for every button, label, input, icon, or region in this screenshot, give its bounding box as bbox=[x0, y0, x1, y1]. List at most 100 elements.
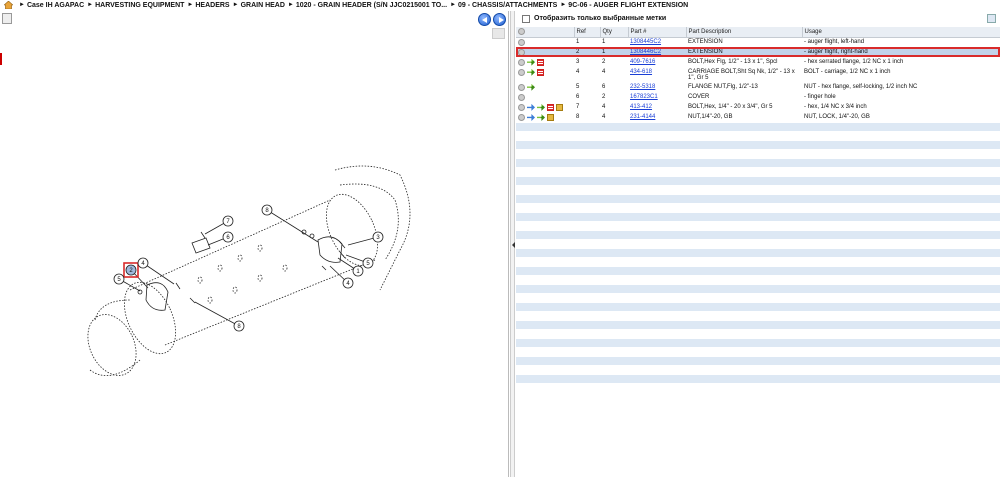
add-to-cart-icon[interactable] bbox=[527, 58, 535, 66]
breadcrumb-item[interactable]: GRAIN HEAD bbox=[241, 2, 285, 9]
callout-8[interactable]: 8 bbox=[233, 320, 245, 332]
add-to-cart-icon[interactable] bbox=[527, 68, 535, 76]
header-qty[interactable]: Qty bbox=[600, 27, 629, 38]
table-row[interactable]: 7 4 413-412 BOLT,Hex, 1/4" - 20 x 3/4", Gr … bbox=[516, 102, 1000, 113]
breadcrumb-item[interactable]: Case IH AGAPAC bbox=[27, 2, 84, 9]
empty-cell bbox=[628, 266, 686, 277]
empty-row bbox=[516, 347, 1000, 358]
row-select-icon[interactable] bbox=[518, 103, 525, 111]
diagram-pane: 7 6 8 3 5 1 4 2 4 5 8 bbox=[0, 11, 509, 477]
breadcrumb-item[interactable]: HARVESTING EQUIPMENT bbox=[95, 2, 184, 9]
empty-cell bbox=[628, 275, 686, 286]
header-part-number[interactable]: Part # bbox=[628, 27, 687, 38]
header-ref[interactable]: Ref bbox=[574, 27, 601, 38]
part-number-link[interactable]: 409-7616 bbox=[630, 59, 655, 65]
add-to-cart-icon[interactable] bbox=[537, 103, 545, 111]
empty-cell bbox=[600, 149, 628, 160]
empty-cell bbox=[516, 293, 574, 304]
empty-row bbox=[516, 365, 1000, 376]
select-all-icon[interactable] bbox=[518, 28, 525, 36]
table-row[interactable]: 5 6 232-5318 FLANGE NUT,Flg, 1/2"-13 NUT - h… bbox=[516, 82, 1000, 93]
row-select-icon[interactable] bbox=[518, 68, 525, 76]
add-to-cart-icon[interactable] bbox=[537, 113, 545, 121]
breadcrumb-item[interactable]: 1020 - GRAIN HEADER (S/N JJC0215001 TO..… bbox=[296, 2, 447, 9]
empty-cell bbox=[686, 122, 802, 133]
replace-icon[interactable] bbox=[527, 103, 535, 111]
empty-cell bbox=[516, 230, 574, 241]
export-icon[interactable] bbox=[987, 14, 996, 23]
empty-cell bbox=[686, 203, 802, 214]
empty-cell bbox=[574, 167, 600, 178]
row-select-icon[interactable] bbox=[518, 113, 525, 121]
cell-part-number: 1308446C2 bbox=[628, 47, 686, 58]
empty-cell bbox=[802, 140, 1000, 151]
empty-cell bbox=[600, 194, 628, 205]
empty-cell bbox=[600, 158, 628, 169]
part-number-link[interactable]: 1308446C2 bbox=[630, 49, 661, 55]
package-icon[interactable] bbox=[547, 113, 554, 121]
header-usage[interactable]: Usage bbox=[802, 27, 1000, 38]
callout-4[interactable]: 4 bbox=[137, 257, 149, 269]
callout-5[interactable]: 5 bbox=[113, 273, 125, 285]
empty-cell bbox=[802, 374, 1000, 385]
empty-cell bbox=[516, 302, 574, 313]
cell-usage: - hex serrated flange, 1/2 NC x 1 inch bbox=[802, 57, 1000, 68]
part-number-link[interactable]: 434-618 bbox=[630, 69, 652, 75]
empty-cell bbox=[628, 203, 686, 214]
cell-description: NUT,1/4"-20, GB bbox=[686, 112, 802, 124]
add-to-cart-icon[interactable] bbox=[527, 83, 535, 91]
cell-qty: 4 bbox=[600, 112, 628, 124]
callout-8[interactable]: 8 bbox=[261, 204, 273, 216]
empty-row bbox=[516, 257, 1000, 268]
row-select-icon[interactable] bbox=[518, 58, 525, 66]
cell-qty: 1 bbox=[600, 47, 628, 58]
table-row[interactable]: 2 1 1308446C2 EXTENSION - auger flight, righ… bbox=[516, 47, 1000, 58]
part-number-link[interactable]: 413-412 bbox=[630, 104, 652, 110]
table-row[interactable]: 1 1 1308445C2 EXTENSION - auger flight, left… bbox=[516, 37, 1000, 48]
row-select-icon[interactable] bbox=[518, 83, 525, 91]
row-select-icon[interactable] bbox=[518, 38, 525, 46]
show-selected-only-checkbox[interactable] bbox=[522, 14, 530, 23]
row-select-icon[interactable] bbox=[518, 93, 525, 101]
callout-5[interactable]: 5 bbox=[362, 257, 374, 269]
document-icon[interactable] bbox=[537, 68, 544, 76]
part-number-link[interactable]: 167823C1 bbox=[630, 94, 658, 100]
table-row[interactable]: 3 2 409-7616 BOLT,Hex Flg, 1/2" - 13 x 1", … bbox=[516, 57, 1000, 68]
callout-6[interactable]: 6 bbox=[222, 231, 234, 243]
header-description[interactable]: Part Description bbox=[686, 27, 803, 38]
callout-4[interactable]: 4 bbox=[342, 277, 354, 289]
table-row[interactable]: 6 2 167823C1 COVER - finger hole bbox=[516, 92, 1000, 103]
row-icons bbox=[516, 57, 574, 68]
table-row[interactable]: 4 4 434-618 CARRIAGE BOLT,Sht Sq Nk, 1/2" -… bbox=[516, 67, 1000, 83]
home-icon[interactable] bbox=[4, 1, 13, 9]
empty-cell bbox=[516, 248, 574, 259]
empty-row bbox=[516, 356, 1000, 367]
callout-7[interactable]: 7 bbox=[222, 215, 234, 227]
cell-description: FLANGE NUT,Flg, 1/2"-13 bbox=[686, 82, 802, 93]
pane-splitter[interactable] bbox=[510, 11, 515, 477]
cell-usage: NUT - hex flange, self-locking, 1/2 inch… bbox=[802, 82, 1000, 93]
collapse-arrow-icon[interactable] bbox=[511, 241, 515, 249]
row-icons bbox=[516, 67, 574, 83]
breadcrumb-item[interactable]: HEADERS bbox=[195, 2, 229, 9]
cell-usage: - finger hole bbox=[802, 92, 1000, 103]
document-icon[interactable] bbox=[537, 58, 544, 66]
empty-cell bbox=[516, 122, 574, 133]
empty-cell bbox=[628, 356, 686, 367]
empty-cell bbox=[600, 320, 628, 331]
document-icon[interactable] bbox=[547, 103, 554, 111]
table-row[interactable]: 8 4 231-4144 NUT,1/4"-20, GB NUT, LOCK, 1/4"… bbox=[516, 112, 1000, 124]
replace-icon[interactable] bbox=[527, 113, 535, 121]
breadcrumb-item[interactable]: 09 - CHASSIS/ATTACHMENTS bbox=[458, 2, 557, 9]
empty-cell bbox=[686, 284, 802, 295]
row-select-icon[interactable] bbox=[518, 48, 525, 56]
table-header: Ref Qty Part # Part Description Usage bbox=[516, 27, 1000, 38]
callout-1[interactable]: 1 bbox=[352, 265, 364, 277]
callout-3[interactable]: 3 bbox=[372, 231, 384, 243]
empty-cell bbox=[802, 122, 1000, 133]
row-icons bbox=[516, 102, 574, 113]
part-number-link[interactable]: 1308445C2 bbox=[630, 39, 661, 45]
part-number-link[interactable]: 231-4144 bbox=[630, 114, 655, 120]
package-icon[interactable] bbox=[556, 103, 563, 111]
part-number-link[interactable]: 232-5318 bbox=[630, 84, 655, 90]
